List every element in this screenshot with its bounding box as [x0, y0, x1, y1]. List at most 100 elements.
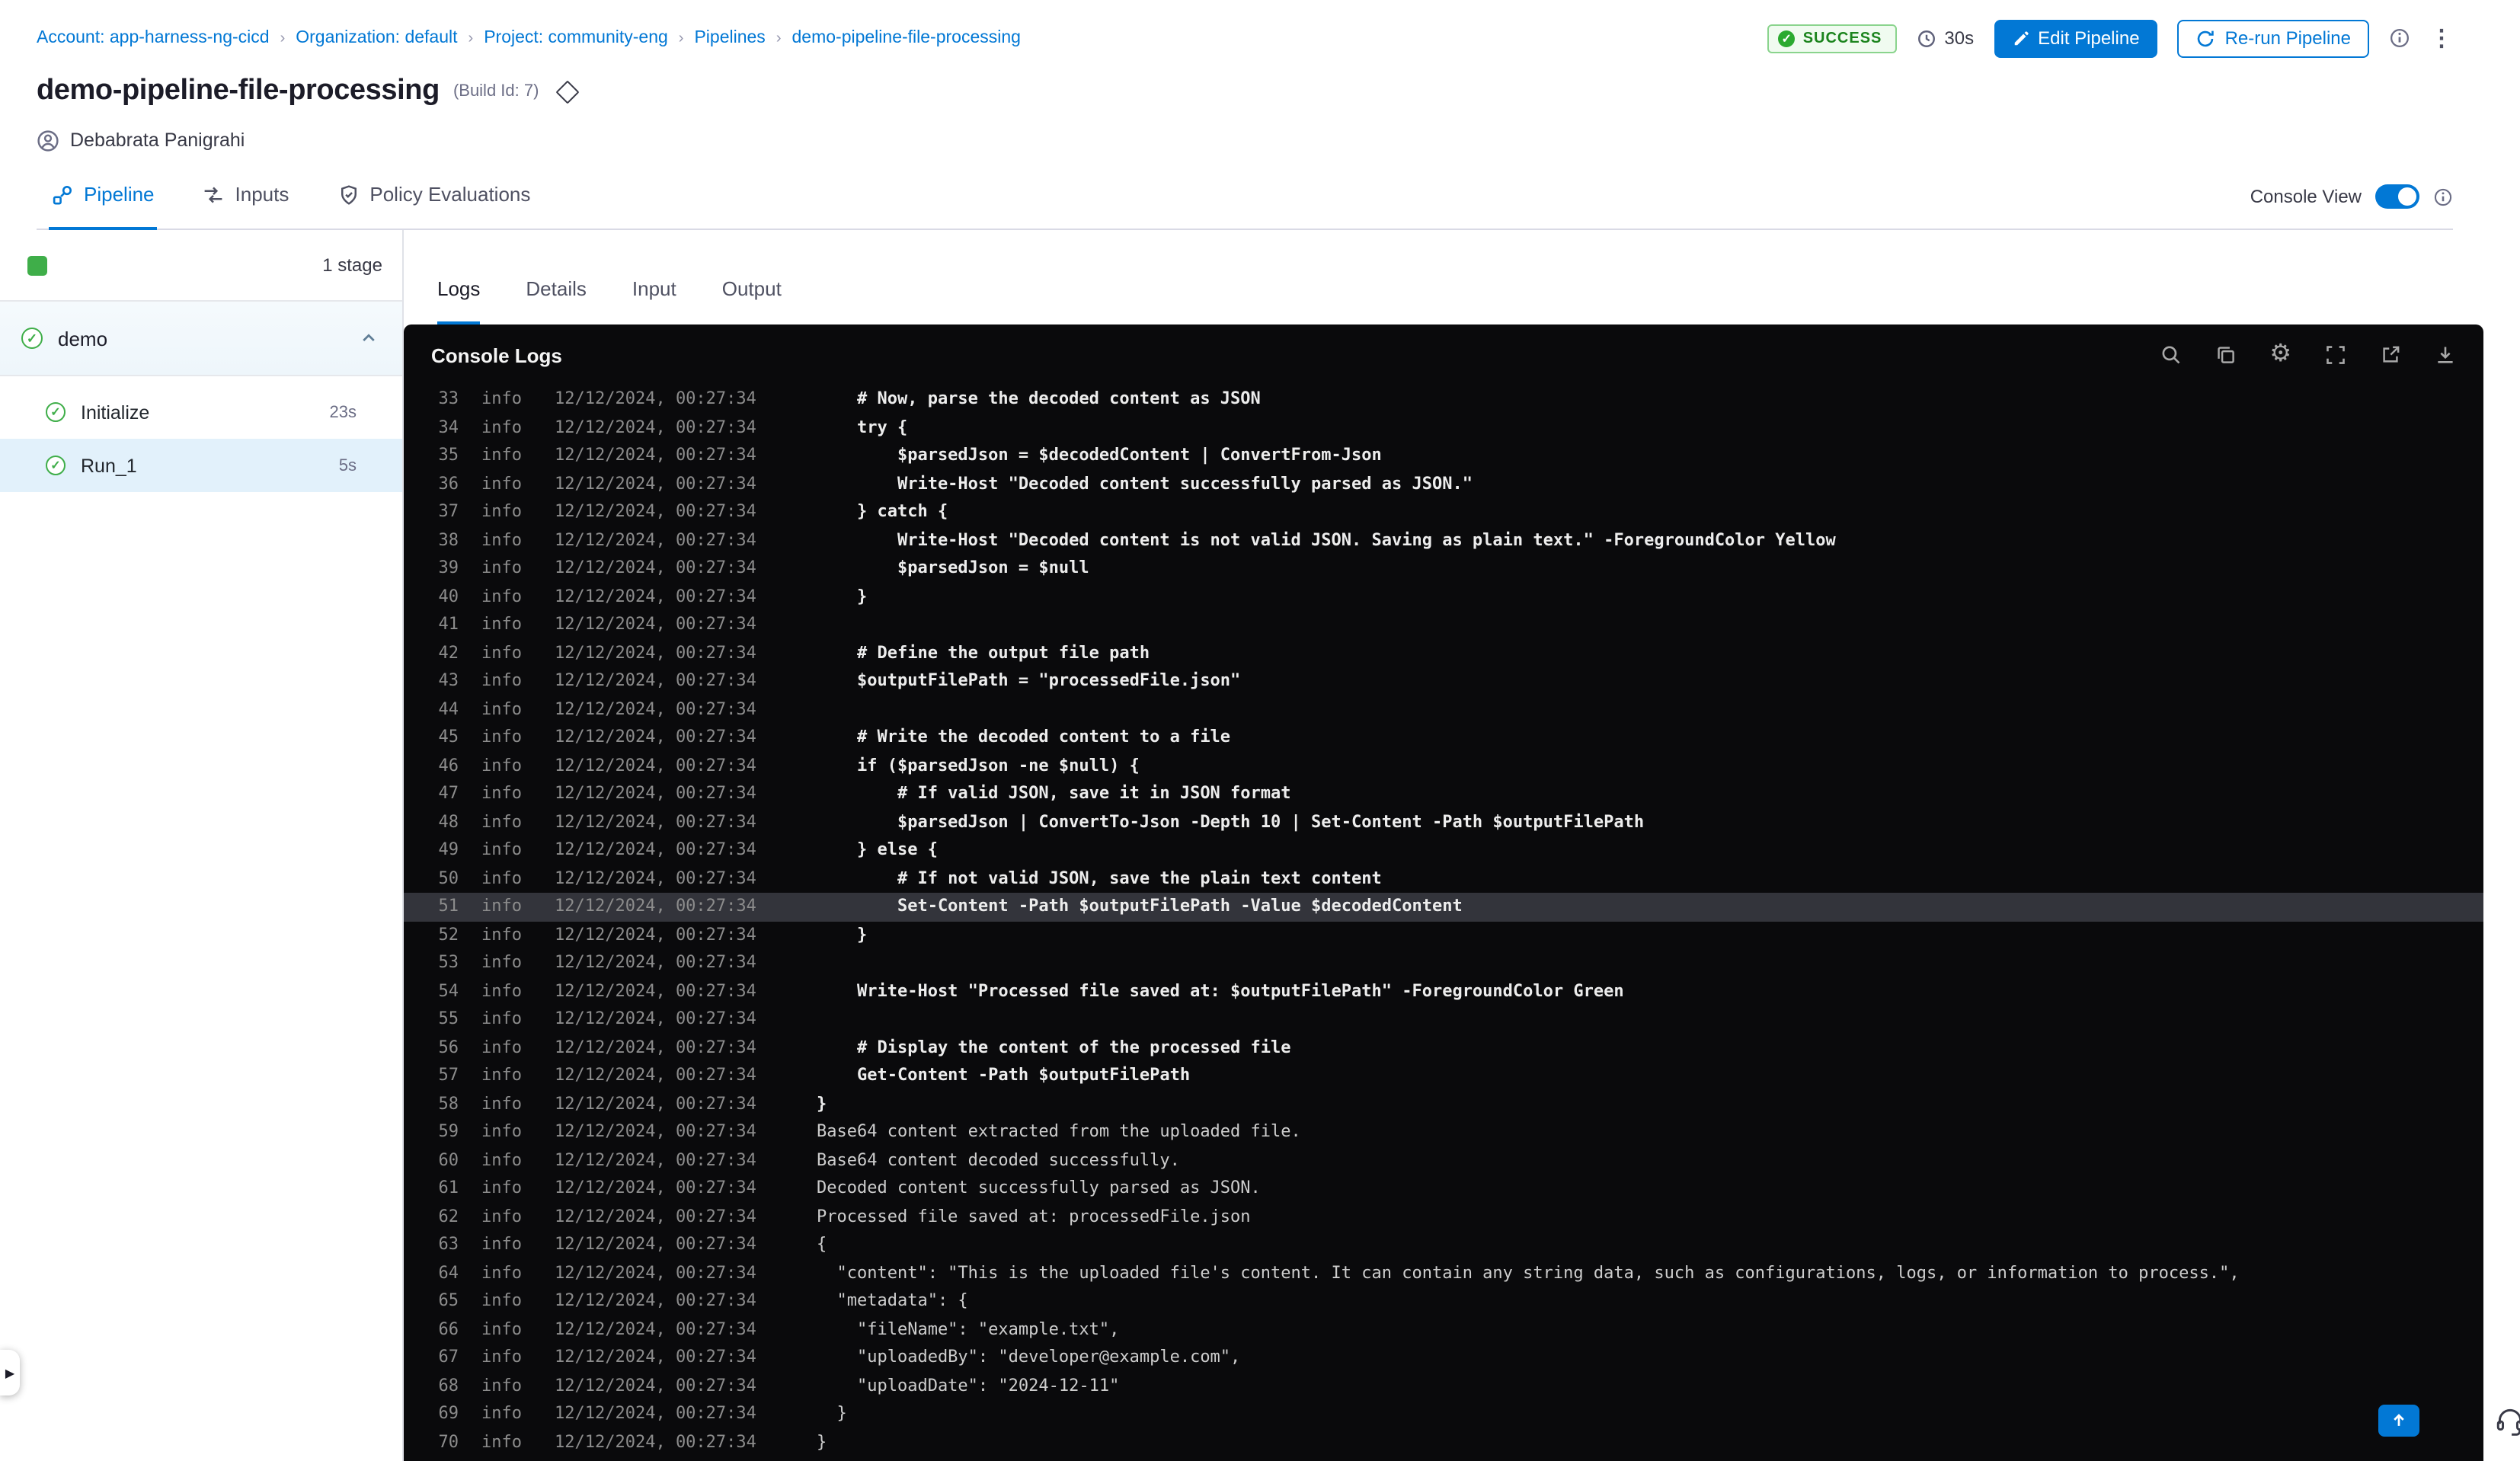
log-text: "metadata": {	[817, 1290, 968, 1310]
pencil-icon	[2013, 30, 2028, 45]
log-level: info	[481, 1037, 522, 1057]
log-level: info	[481, 501, 522, 521]
log-level: info	[481, 699, 522, 718]
breadcrumb-account-link[interactable]: Account: app-harness-ng-cicd	[37, 29, 270, 47]
log-line: 53 info 12/12/2024, 00:27:34	[404, 949, 2483, 977]
tab-policy-evaluations[interactable]: Policy Evaluations	[334, 180, 533, 230]
stage-demo[interactable]: ✓ demo	[0, 302, 402, 376]
log-timestamp: 12/12/2024, 00:27:34	[555, 952, 756, 972]
log-lines[interactable]: 33 info 12/12/2024, 00:27:34 # Now, parse …	[404, 385, 2483, 1461]
log-level: info	[481, 417, 522, 436]
console-view-toggle[interactable]	[2375, 184, 2419, 209]
kebab-menu-icon[interactable]: ⋮	[2430, 27, 2453, 50]
log-line-number: 53	[438, 952, 459, 972]
fullscreen-icon[interactable]	[2325, 344, 2346, 366]
tab-pipeline[interactable]: Pipeline	[49, 180, 158, 230]
log-line: 67 info 12/12/2024, 00:27:34 "uploadedBy":…	[404, 1344, 2483, 1372]
breadcrumb-pipeline-link[interactable]: demo-pipeline-file-processing	[792, 29, 1021, 47]
open-in-new-icon[interactable]	[2380, 344, 2401, 366]
log-level: info	[481, 1347, 522, 1367]
log-line-number: 48	[438, 811, 459, 831]
log-timestamp: 12/12/2024, 00:27:34	[555, 501, 756, 521]
user-name: Debabrata Panigrahi	[70, 129, 245, 151]
step-success-icon: ✓	[46, 402, 66, 422]
log-timestamp: 12/12/2024, 00:27:34	[555, 924, 756, 944]
avatar-icon	[37, 129, 59, 151]
support-headset-icon[interactable]	[2494, 1405, 2520, 1437]
tab-logs[interactable]: Logs	[437, 277, 481, 324]
log-line-number: 58	[438, 1093, 459, 1113]
log-line-number: 33	[438, 388, 459, 408]
log-text: Write-Host "Decoded content is not valid…	[817, 529, 1836, 549]
log-line-number: 64	[438, 1262, 459, 1282]
status-label: SUCCESS	[1802, 30, 1882, 46]
log-line-number: 42	[438, 642, 459, 662]
download-icon[interactable]	[2435, 344, 2456, 366]
breadcrumb: Account: app-harness-ng-cicd › Organizat…	[37, 29, 1021, 47]
log-level: info	[481, 642, 522, 662]
log-text: }	[817, 924, 868, 944]
stage-status-square	[27, 255, 47, 275]
info-icon[interactable]	[2433, 187, 2453, 206]
log-text: Base64 content extracted from the upload…	[817, 1121, 1301, 1141]
log-line: 55 info 12/12/2024, 00:27:34	[404, 1005, 2483, 1034]
log-line: 45 info 12/12/2024, 00:27:34 # Write the d…	[404, 724, 2483, 752]
log-level: info	[481, 1319, 522, 1338]
console-header: Console Logs ⚙	[404, 324, 2483, 385]
rerun-pipeline-button[interactable]: Re-run Pipeline	[2177, 19, 2369, 57]
log-level: info	[481, 1149, 522, 1169]
log-timestamp: 12/12/2024, 00:27:34	[555, 1149, 756, 1169]
step-initialize[interactable]: ✓ Initialize 23s	[0, 385, 402, 439]
log-line: 38 info 12/12/2024, 00:27:34 Write-Host "D…	[404, 526, 2483, 555]
step-run-1[interactable]: ✓ Run_1 5s	[0, 439, 402, 492]
log-text: "fileName": "example.txt",	[817, 1319, 1120, 1338]
pipeline-execution-page: Account: app-harness-ng-cicd › Organizat…	[0, 0, 2520, 1461]
tab-inputs[interactable]: Inputs	[200, 180, 293, 230]
log-level: info	[481, 839, 522, 859]
log-line: 40 info 12/12/2024, 00:27:34 }	[404, 583, 2483, 611]
scroll-to-top-button[interactable]	[2378, 1405, 2419, 1437]
log-timestamp: 12/12/2024, 00:27:34	[555, 586, 756, 606]
tab-output[interactable]: Output	[722, 277, 782, 324]
log-timestamp: 12/12/2024, 00:27:34	[555, 896, 756, 916]
search-icon[interactable]	[2160, 344, 2181, 366]
breadcrumb-organization-link[interactable]: Organization: default	[296, 29, 457, 47]
tab-input[interactable]: Input	[632, 277, 676, 324]
console-title: Console Logs	[431, 344, 562, 366]
log-text: try {	[817, 417, 908, 436]
log-text: "content": "This is the uploaded file's …	[817, 1262, 2240, 1282]
log-line: 36 info 12/12/2024, 00:27:34 Write-Host "D…	[404, 470, 2483, 498]
console-view-label: Console View	[2250, 186, 2362, 207]
log-line-number: 35	[438, 445, 459, 465]
log-text: }	[817, 1431, 827, 1451]
log-line: 44 info 12/12/2024, 00:27:34	[404, 695, 2483, 724]
log-line: 46 info 12/12/2024, 00:27:34 if ($parsedJs…	[404, 752, 2483, 780]
log-text: } else {	[817, 839, 938, 859]
log-line: 69 info 12/12/2024, 00:27:34 }	[404, 1400, 2483, 1428]
diamond-icon[interactable]	[555, 79, 579, 104]
edit-pipeline-button[interactable]: Edit Pipeline	[1994, 19, 2158, 57]
chevron-up-icon[interactable]	[360, 329, 378, 347]
log-timestamp: 12/12/2024, 00:27:34	[555, 1065, 756, 1085]
log-line: 61 info 12/12/2024, 00:27:34 Decoded conten…	[404, 1175, 2483, 1203]
log-timestamp: 12/12/2024, 00:27:34	[555, 670, 756, 690]
step-list: ✓ Initialize 23s ✓ Run_1 5s	[0, 376, 402, 492]
log-text: Base64 content decoded successfully.	[817, 1149, 1180, 1169]
log-line: 50 info 12/12/2024, 00:27:34 # If not vali…	[404, 865, 2483, 893]
log-timestamp: 12/12/2024, 00:27:34	[555, 1347, 756, 1367]
log-level: info	[481, 952, 522, 972]
breadcrumb-project-link[interactable]: Project: community-eng	[484, 29, 668, 47]
breadcrumb-pipelines-link[interactable]: Pipelines	[694, 29, 765, 47]
log-timestamp: 12/12/2024, 00:27:34	[555, 1037, 756, 1057]
log-timestamp: 12/12/2024, 00:27:34	[555, 1319, 756, 1338]
log-level: info	[481, 1431, 522, 1451]
info-icon[interactable]	[2389, 27, 2410, 49]
panel-expander[interactable]: ▶	[0, 1350, 20, 1395]
log-text: if ($parsedJson -ne $null) {	[817, 755, 1140, 775]
copy-icon[interactable]	[2215, 344, 2236, 366]
settings-gear-icon[interactable]: ⚙	[2269, 342, 2291, 367]
tab-policy-evaluations-label: Policy Evaluations	[369, 183, 531, 206]
tab-details[interactable]: Details	[526, 277, 587, 324]
log-level: info	[481, 1121, 522, 1141]
log-line: 39 info 12/12/2024, 00:27:34 $parsedJson =…	[404, 555, 2483, 583]
